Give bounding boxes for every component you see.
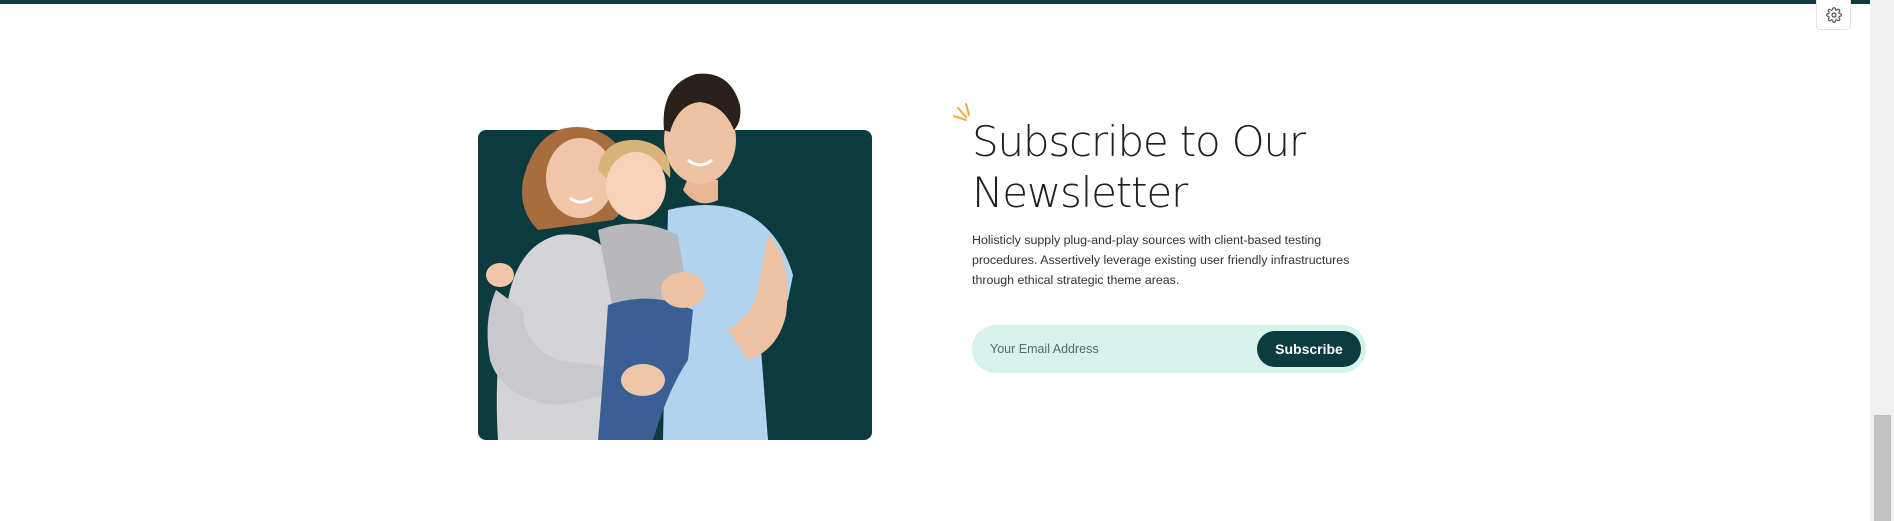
title-line-1: Subscribe to Our	[972, 117, 1306, 166]
settings-button[interactable]	[1816, 0, 1851, 30]
top-border	[0, 0, 1870, 4]
subscribe-button[interactable]: Subscribe	[1257, 331, 1361, 367]
title-line-2: Newsletter	[972, 168, 1188, 217]
newsletter-section: Subscribe to Our Newsletter Holisticly s…	[0, 0, 1894, 521]
gear-icon	[1825, 6, 1842, 23]
subscribe-form: Subscribe	[972, 325, 1366, 373]
newsletter-title: Subscribe to Our Newsletter	[972, 116, 1432, 218]
family-photo	[486, 73, 793, 440]
newsletter-description: Holisticly supply plug-and-play sources …	[972, 233, 1350, 287]
vertical-scrollbar[interactable]	[1870, 0, 1894, 521]
sparkle-icon	[953, 103, 970, 121]
email-input[interactable]	[990, 325, 1240, 373]
scrollbar-thumb[interactable]	[1874, 415, 1891, 521]
